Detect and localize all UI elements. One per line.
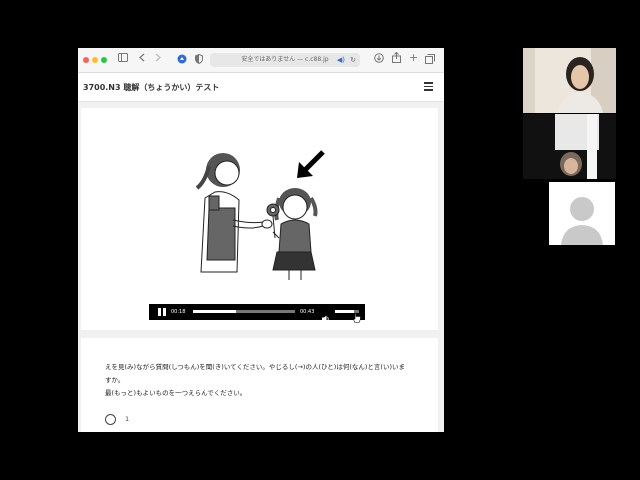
hamburger-menu-icon[interactable] xyxy=(424,82,433,91)
share-icon[interactable] xyxy=(392,51,401,68)
question-text-line-2: すか。 xyxy=(105,376,125,384)
page-header: 3700.N3 聴解（ちょうかい）テスト xyxy=(78,73,444,102)
pause-icon[interactable] xyxy=(158,308,166,316)
video-tile-participant-1[interactable] xyxy=(523,48,616,113)
download-icon[interactable] xyxy=(374,53,384,68)
sidebar-icon[interactable] xyxy=(118,53,128,67)
volume-fill xyxy=(335,310,355,313)
question-text-line-3: 最(もっと)もよいものを一つえらんでください。 xyxy=(105,389,247,397)
page-title: 3700.N3 聴解（ちょうかい）テスト xyxy=(83,83,220,92)
back-icon[interactable] xyxy=(139,53,145,67)
audio-progress-bar[interactable] xyxy=(193,310,295,313)
address-text: 安全ではありません — c.c88.jp xyxy=(241,56,329,63)
mouse-cursor-icon xyxy=(353,313,361,323)
audio-duration: 00:43 xyxy=(300,309,315,315)
extension-icon[interactable] xyxy=(177,54,187,69)
shield-icon[interactable] xyxy=(195,53,203,69)
minimize-window-button[interactable] xyxy=(92,57,98,63)
video-tile-participant-2[interactable] xyxy=(523,114,616,179)
browser-toolbar: 安全ではありません — c.c88.jp ◀) ↻ + xyxy=(78,48,444,73)
new-tab-icon[interactable]: + xyxy=(409,51,418,65)
video-tile-participant-3[interactable] xyxy=(523,180,616,245)
participant-2-video xyxy=(523,114,616,179)
audio-current-time: 00:18 xyxy=(171,309,186,315)
zoom-window-button[interactable] xyxy=(101,57,107,63)
question-illustration xyxy=(195,150,325,280)
reload-icon[interactable]: ↻ xyxy=(350,53,356,67)
audio-icon[interactable]: ◀) xyxy=(337,53,345,67)
participant-1-video xyxy=(523,48,616,113)
question-text-line-1: えを見(み)ながら質問(しつもん)を聞(き)いてください。やじるし(→)の人(ひ… xyxy=(105,363,405,371)
address-bar[interactable]: 安全ではありません — c.c88.jp ◀) ↻ xyxy=(210,53,360,67)
question-media-card: 00:18 00:43 xyxy=(81,108,438,330)
tabs-icon[interactable] xyxy=(425,54,435,69)
participant-3-placeholder xyxy=(549,182,615,245)
volume-icon[interactable] xyxy=(322,308,330,323)
close-window-button[interactable] xyxy=(83,57,89,63)
question-card: えを見(み)ながら質問(しつもん)を聞(き)いてください。やじるし(→)の人(ひ… xyxy=(81,338,438,432)
audio-progress-fill xyxy=(193,310,236,313)
browser-window: 安全ではありません — c.c88.jp ◀) ↻ + 3700.N3 聴解（ち… xyxy=(78,48,444,432)
forward-icon[interactable] xyxy=(155,53,161,67)
answer-label-1: 1 xyxy=(125,415,130,423)
audio-player: 00:18 00:43 xyxy=(149,304,365,323)
answer-radio-1[interactable] xyxy=(105,414,116,425)
